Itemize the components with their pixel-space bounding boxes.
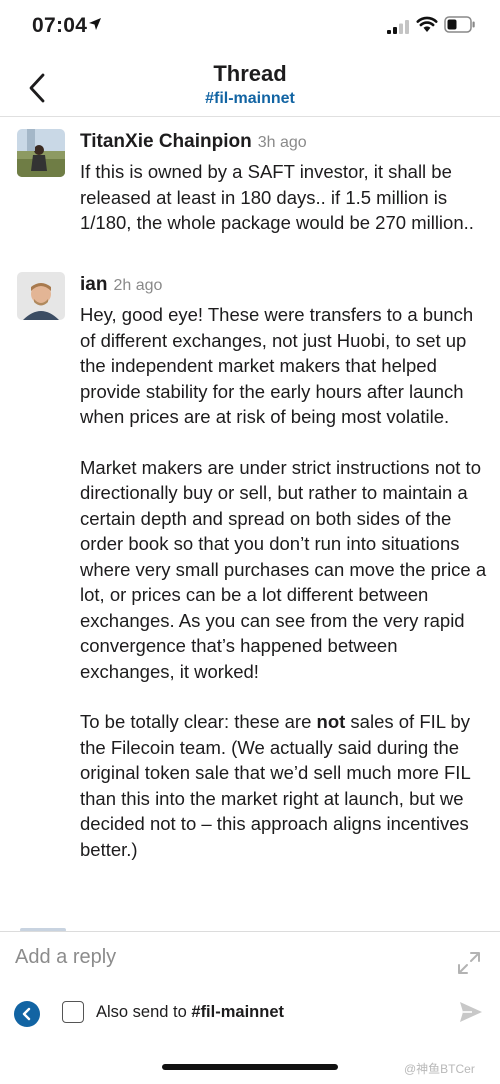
thread-title: Thread: [213, 61, 287, 86]
text-run: To be totally clear: these are: [80, 711, 317, 732]
message-text: Hey, good eye! These were transfers to a…: [80, 302, 490, 862]
message-paragraph: To be totally clear: these are not sales…: [80, 709, 490, 862]
channel-link[interactable]: #fil-mainnet: [0, 90, 500, 108]
message-header: ian 2h ago: [80, 274, 162, 296]
timestamp: 3h ago: [257, 134, 307, 151]
thread-header: Thread #fil-mainnet: [0, 52, 500, 116]
collapse-icon: [22, 1007, 31, 1021]
also-send-prefix: Also send to: [96, 1003, 192, 1021]
battery-icon: [444, 16, 475, 33]
reply-input[interactable]: [15, 946, 415, 969]
expand-icon[interactable]: [456, 950, 482, 976]
also-send-channel: #fil-mainnet: [191, 1003, 284, 1021]
author-name[interactable]: TitanXie Chainpion: [80, 131, 252, 152]
avatar[interactable]: [17, 272, 65, 320]
status-time: 07:04: [32, 14, 88, 37]
header-divider: [0, 116, 500, 117]
also-send-label: Also send to #fil-mainnet: [96, 1003, 284, 1022]
location-arrow-icon: [89, 18, 101, 30]
bold-text: not: [316, 711, 346, 732]
status-bar: 07:04: [0, 0, 500, 52]
author-name[interactable]: ian: [80, 274, 107, 295]
message-header: TitanXie Chainpion 3h ago: [80, 131, 307, 153]
message-text: If this is owned by a SAFT investor, it …: [80, 159, 490, 236]
signal-icon: [387, 20, 409, 34]
home-indicator[interactable]: [162, 1064, 338, 1070]
message-paragraph: If this is owned by a SAFT investor, it …: [80, 161, 474, 233]
collapse-button[interactable]: [14, 1001, 40, 1027]
watermark: @神鱼BTCer: [404, 1062, 475, 1076]
timestamp: 2h ago: [113, 277, 163, 294]
avatar[interactable]: [17, 129, 65, 177]
wifi-icon: [416, 16, 438, 32]
message-paragraph: Hey, good eye! These were transfers to a…: [80, 304, 474, 427]
also-send-checkbox[interactable]: [62, 1001, 84, 1023]
message-paragraph: Market makers are under strict instructi…: [80, 456, 487, 682]
send-icon[interactable]: [458, 999, 484, 1025]
text-run: sales of FIL by the Filecoin team. (We a…: [80, 711, 471, 860]
